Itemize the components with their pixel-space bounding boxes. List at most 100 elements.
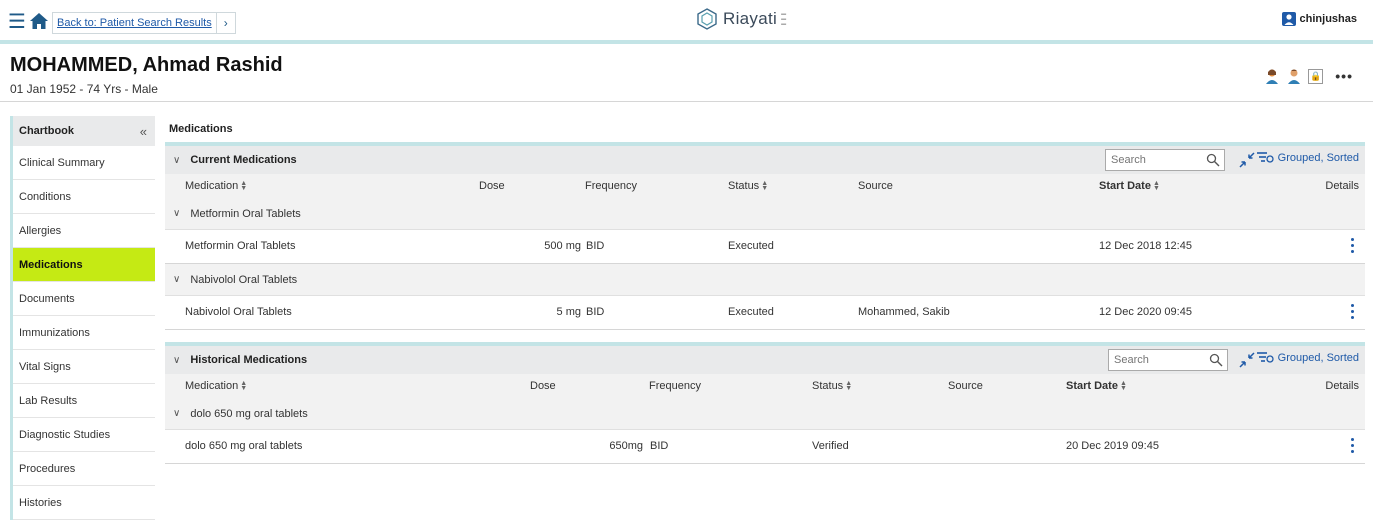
col-medication[interactable]: Medication ▲ ▼ (185, 180, 247, 192)
col-source: Source (948, 380, 983, 392)
current-search-input[interactable] (1106, 150, 1206, 170)
medication-group-label: Nabivolol Oral Tablets (190, 273, 298, 286)
medication-group[interactable]: ∨ Metformin Oral Tablets (165, 198, 1365, 230)
chevron-down-icon[interactable]: ∨ (173, 208, 180, 219)
user-menu[interactable]: chinjushas (1281, 12, 1357, 26)
cell-frequency: BID (650, 440, 669, 452)
sort-icon[interactable]: ▲ ▼ (1120, 380, 1127, 392)
historical-medications-header: ∨ Historical Medications Grouped, Sorted (165, 346, 1365, 374)
col-start-date[interactable]: Start Date ▲ ▼ (1066, 380, 1127, 392)
search-icon[interactable] (1206, 153, 1220, 167)
medication-group[interactable]: ∨ dolo 650 mg oral tablets (165, 398, 1365, 430)
collapse-sidebar-icon[interactable]: « (140, 124, 147, 139)
historical-medications-title[interactable]: Historical Medications (190, 354, 307, 366)
menu-icon[interactable]: ☰ (8, 12, 26, 32)
current-medications-title[interactable]: Current Medications (190, 154, 296, 166)
care-team-female-icon[interactable] (1264, 68, 1280, 84)
cell-dose: 650mg (609, 440, 643, 452)
sidebar-item-vital-signs[interactable]: Vital Signs (13, 350, 155, 384)
sort-icon[interactable]: ▲ ▼ (240, 180, 247, 192)
more-options-icon[interactable]: ••• (1335, 68, 1353, 84)
cell-frequency: BID (586, 306, 605, 318)
col-status[interactable]: Status ▲ ▼ (812, 380, 852, 392)
cell-frequency: BID (586, 240, 605, 252)
sidebar-item-diagnostic-studies[interactable]: Diagnostic Studies (13, 418, 155, 452)
search-icon[interactable] (1209, 353, 1223, 367)
col-start-date[interactable]: Start Date ▲ ▼ (1099, 180, 1160, 192)
cell-status: Verified (812, 440, 849, 452)
col-frequency: Frequency (585, 180, 637, 192)
top-bar: ☰ Back to: Patient Search Results › Riay… (0, 0, 1373, 44)
medication-group-label: dolo 650 mg oral tablets (190, 407, 308, 420)
cell-dose: 5 mg (556, 306, 581, 318)
page-title: Medications (169, 123, 233, 135)
col-frequency: Frequency (649, 380, 701, 392)
sort-icon[interactable]: ▲ ▼ (1153, 180, 1160, 192)
historical-medications-section: ∨ Historical Medications Grouped, Sorted (165, 342, 1365, 464)
historical-medications-search[interactable] (1108, 349, 1228, 371)
col-source: Source (858, 180, 893, 192)
col-status[interactable]: Status ▲ ▼ (728, 180, 768, 192)
home-icon[interactable] (29, 11, 49, 31)
care-team-male-icon[interactable] (1286, 68, 1302, 84)
sidebar-item-procedures[interactable]: Procedures (13, 452, 155, 486)
col-details: Details (1325, 180, 1359, 192)
collapse-all-icon[interactable] (1239, 152, 1255, 168)
chevron-down-icon[interactable]: ∨ (173, 355, 180, 366)
patient-demographics: 01 Jan 1952 - 74 Yrs - Male (10, 82, 158, 96)
chartbook-header: Chartbook « (13, 116, 155, 146)
patient-name: MOHAMMED, Ahmad Rashid (10, 54, 283, 76)
sidebar-item-allergies[interactable]: Allergies (13, 214, 155, 248)
sort-icon[interactable]: ▲ ▼ (240, 380, 247, 392)
sidebar-item-clinical-summary[interactable]: Clinical Summary (13, 146, 155, 180)
group-sort-icon (1256, 352, 1274, 363)
grouped-sorted-control[interactable]: Grouped, Sorted (1256, 151, 1359, 165)
patient-banner: MOHAMMED, Ahmad Rashid 01 Jan 1952 - 74 … (0, 48, 1373, 102)
historical-search-input[interactable] (1109, 350, 1209, 370)
sidebar-item-histories[interactable]: Histories (13, 486, 155, 520)
back-to-search-link[interactable]: Back to: Patient Search Results › (52, 12, 236, 34)
cell-status: Executed (728, 306, 774, 318)
table-row[interactable]: Nabivolol Oral Tablets 5 mg BID Executed… (165, 296, 1365, 330)
table-row[interactable]: Metformin Oral Tablets 500 mg BID Execut… (165, 230, 1365, 264)
current-medications-section: ∨ Current Medications Grouped, Sorted (165, 142, 1365, 330)
sort-icon[interactable]: ▲ ▼ (845, 380, 852, 392)
row-actions-icon[interactable] (1351, 438, 1355, 456)
lock-icon[interactable]: 🔒 (1308, 68, 1324, 84)
current-medications-column-header: Medication ▲ ▼ Dose Frequency Status ▲ ▼ Sou… (165, 174, 1365, 198)
medication-group[interactable]: ∨ Nabivolol Oral Tablets (165, 264, 1365, 296)
cell-source: Mohammed, Sakib (858, 306, 950, 318)
chartbook-title: Chartbook (19, 125, 74, 137)
chevron-down-icon[interactable]: ∨ (173, 274, 180, 285)
sort-icon[interactable]: ▲ ▼ (761, 180, 768, 192)
brand-tagline: ▬ ▬ ▬ (781, 10, 787, 27)
cell-medication: Nabivolol Oral Tablets (185, 306, 292, 318)
cell-start-date: 12 Dec 2020 09:45 (1099, 306, 1192, 318)
sidebar-item-lab-results[interactable]: Lab Results (13, 384, 155, 418)
grouped-sorted-control[interactable]: Grouped, Sorted (1256, 351, 1359, 365)
row-actions-icon[interactable] (1351, 238, 1355, 256)
col-dose: Dose (530, 380, 556, 392)
cell-start-date: 20 Dec 2019 09:45 (1066, 440, 1159, 452)
chevron-right-icon[interactable]: › (217, 16, 235, 30)
username[interactable]: chinjushas (1300, 13, 1357, 25)
riayati-logo: Riayati ▬ ▬ ▬ (696, 8, 795, 30)
chevron-down-icon[interactable]: ∨ (173, 408, 180, 419)
grouped-sorted-label[interactable]: Grouped, Sorted (1278, 152, 1359, 164)
sidebar-item-medications[interactable]: Medications (13, 248, 155, 282)
sidebar-item-conditions[interactable]: Conditions (13, 180, 155, 214)
table-row[interactable]: dolo 650 mg oral tablets 650mg BID Verif… (165, 430, 1365, 464)
current-medications-search[interactable] (1105, 149, 1225, 171)
row-actions-icon[interactable] (1351, 304, 1355, 322)
back-link-label[interactable]: Back to: Patient Search Results (53, 13, 217, 33)
col-medication[interactable]: Medication ▲ ▼ (185, 380, 247, 392)
sidebar-item-documents[interactable]: Documents (13, 282, 155, 316)
group-sort-icon (1256, 152, 1274, 163)
chevron-down-icon[interactable]: ∨ (173, 155, 180, 166)
collapse-all-icon[interactable] (1239, 352, 1255, 368)
col-dose: Dose (479, 180, 505, 192)
grouped-sorted-label[interactable]: Grouped, Sorted (1278, 352, 1359, 364)
medications-panel: Medications ∨ Current Medications G (165, 116, 1365, 464)
sidebar-item-immunizations[interactable]: Immunizations (13, 316, 155, 350)
